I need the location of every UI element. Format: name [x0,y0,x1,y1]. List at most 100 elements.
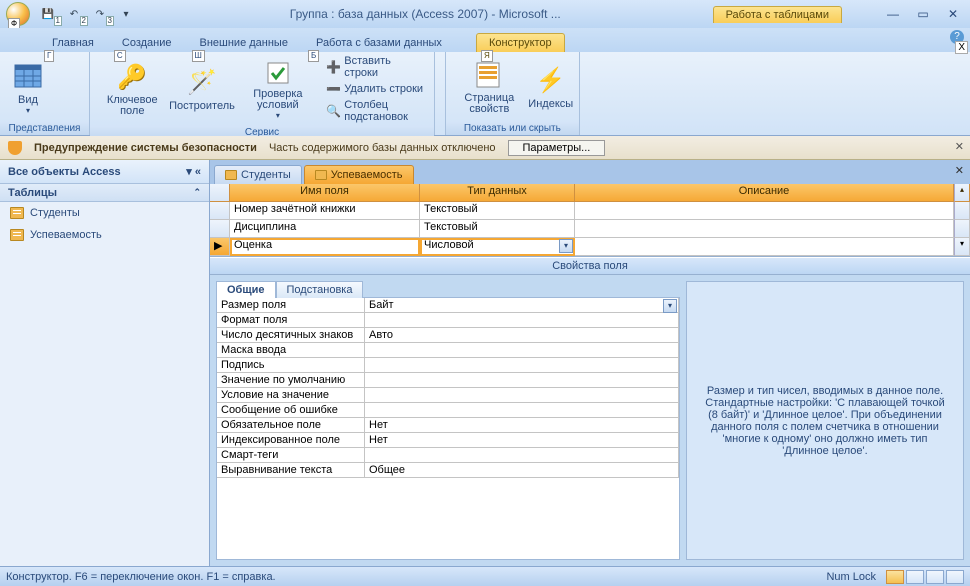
numlock-indicator: Num Lock [826,571,876,583]
prop-tab-general[interactable]: Общие [216,281,276,298]
description-cell[interactable] [575,202,954,220]
field-name-cell[interactable]: Номер зачётной книжки [230,202,420,220]
dropdown-arrow-icon[interactable]: ▾ [663,299,677,313]
dropdown-arrow-icon[interactable]: ▾ [559,239,573,253]
scroll-down-icon[interactable]: ▾ [954,238,970,256]
tab-external-data[interactable]: Внешние данныеШ [188,34,300,52]
security-warning-bar: Предупреждение системы безопасности Част… [0,136,970,160]
group-views-label: Представления [0,122,89,135]
row-selector[interactable] [210,202,230,220]
view-pivottable-button[interactable] [926,570,944,584]
data-type-dropdown[interactable]: Числовой▾ [420,238,575,256]
indexes-icon: ⚡ [535,64,567,96]
table-icon [225,170,237,180]
field-properties-caption: Свойства поля [210,257,970,275]
data-type-cell[interactable]: Текстовый [420,220,575,238]
prop-value[interactable]: Общее [365,463,679,478]
view-datasheet-button[interactable] [906,570,924,584]
table-icon [10,207,24,219]
prop-value[interactable] [365,448,679,463]
prop-tab-lookup[interactable]: Подстановка [276,281,364,298]
validation-icon [262,58,294,87]
col-header-field-name[interactable]: Имя поля [230,184,420,202]
prop-value[interactable]: Нет [365,433,679,448]
row-selector-active[interactable]: ▶ [210,238,230,256]
properties-grid[interactable]: Размер поляБайт▾Формат поляЧисло десятич… [216,297,680,560]
nav-item-students[interactable]: Студенты [0,202,209,224]
description-cell[interactable] [575,238,954,256]
test-validation-button[interactable]: Проверка условий▾ [235,56,320,122]
delete-rows-button[interactable]: ➖Удалить строки [322,81,428,97]
contextual-tab-group: Работа с таблицами [713,6,842,23]
tab-database-tools[interactable]: Работа с базами данныхБ [304,34,454,52]
prop-value[interactable] [365,373,679,388]
prop-value[interactable]: Авто [365,328,679,343]
delete-rows-icon: ➖ [326,82,340,96]
prop-value[interactable]: Байт▾ [365,298,679,313]
ribbon-tabs: ГлавнаяГ СозданиеС Внешние данныеШ Работ… [0,28,970,52]
lookup-column-button[interactable]: 🔍Столбец подстановок [322,98,428,124]
prop-value[interactable] [365,313,679,328]
col-header-data-type[interactable]: Тип данных [420,184,575,202]
group-showhide-label: Показать или скрыть [446,122,579,135]
qat-undo-icon[interactable]: ↶2 [62,4,86,24]
qat-redo-icon[interactable]: ↷3 [88,4,112,24]
prop-label: Смарт-теги [217,448,365,463]
field-name-cell[interactable]: Оценка [230,238,420,256]
lookup-icon: 🔍 [326,104,340,118]
view-button[interactable]: Вид▾ [6,54,50,120]
datasheet-view-icon [12,60,44,92]
qat-save-icon[interactable]: 💾1 [36,4,60,24]
qat-customize-icon[interactable]: ▾ [114,4,138,24]
prop-label: Число десятичных знаков [217,328,365,343]
tab-create[interactable]: СозданиеС [110,34,184,52]
nav-pane-header[interactable]: Все объекты Access▾ « [0,160,209,184]
nav-item-grades[interactable]: Успеваемость [0,224,209,246]
doc-tab-students[interactable]: Студенты [214,165,302,184]
col-header-description[interactable]: Описание [575,184,954,202]
title-bar: Ф 💾1 ↶2 ↷3 ▾ Группа : база данных (Acces… [0,0,970,28]
security-close-button[interactable]: ✕ [955,140,964,153]
close-button[interactable]: ✕ [942,7,964,21]
view-design-button[interactable] [886,570,904,584]
prop-value[interactable] [365,388,679,403]
doc-close-button[interactable]: ✕ [955,164,964,177]
description-cell[interactable] [575,220,954,238]
nav-group-tables[interactable]: Таблицы⌃ [0,184,209,202]
primary-key-button[interactable]: 🔑 Ключевое поле [96,56,169,122]
property-help-text: Размер и тип чисел, вводимых в данное по… [686,281,964,560]
prop-label: Индексированное поле [217,433,365,448]
doc-tab-grades[interactable]: Успеваемость [304,165,414,184]
data-type-cell[interactable]: Текстовый [420,202,575,220]
prop-label: Маска ввода [217,343,365,358]
collapse-icon: ⌃ [193,187,201,198]
property-sheet-button[interactable]: Страница свойств [452,54,527,120]
prop-value[interactable] [365,343,679,358]
main-area: Все объекты Access▾ « Таблицы⌃ Студенты … [0,160,970,566]
field-name-cell[interactable]: Дисциплина [230,220,420,238]
builder-button[interactable]: 🪄 Построитель [171,56,234,122]
tab-design[interactable]: КонструкторЯ [476,33,565,52]
view-pivotchart-button[interactable] [946,570,964,584]
row-selector[interactable] [210,220,230,238]
prop-value[interactable] [365,358,679,373]
key-icon: 🔑 [116,61,148,93]
minimize-button[interactable]: ― [882,7,904,21]
ribbon: Вид▾ Представления 🔑 Ключевое поле 🪄 Пос… [0,52,970,136]
prop-label: Сообщение об ошибке [217,403,365,418]
security-warning-title: Предупреждение системы безопасности [34,142,257,154]
insert-rows-button[interactable]: ➕Вставить строки [322,54,428,80]
prop-value[interactable]: Нет [365,418,679,433]
field-design-grid[interactable]: Имя поля Тип данных Описание ▴ Номер зач… [210,184,970,257]
prop-value[interactable] [365,403,679,418]
maximize-button[interactable]: ▭ [912,7,934,21]
indexes-button[interactable]: ⚡ Индексы [529,54,573,120]
prop-label: Значение по умолчанию [217,373,365,388]
security-options-button[interactable]: Параметры... [508,140,606,156]
window-title: Группа : база данных (Access 2007) - Mic… [138,7,713,21]
property-sheet-icon [473,59,505,91]
tab-home[interactable]: ГлавнаяГ [40,34,106,52]
scroll-up-icon[interactable]: ▴ [954,184,970,202]
document-area: Студенты Успеваемость ✕ Имя поля Тип дан… [210,160,970,566]
prop-label: Подпись [217,358,365,373]
